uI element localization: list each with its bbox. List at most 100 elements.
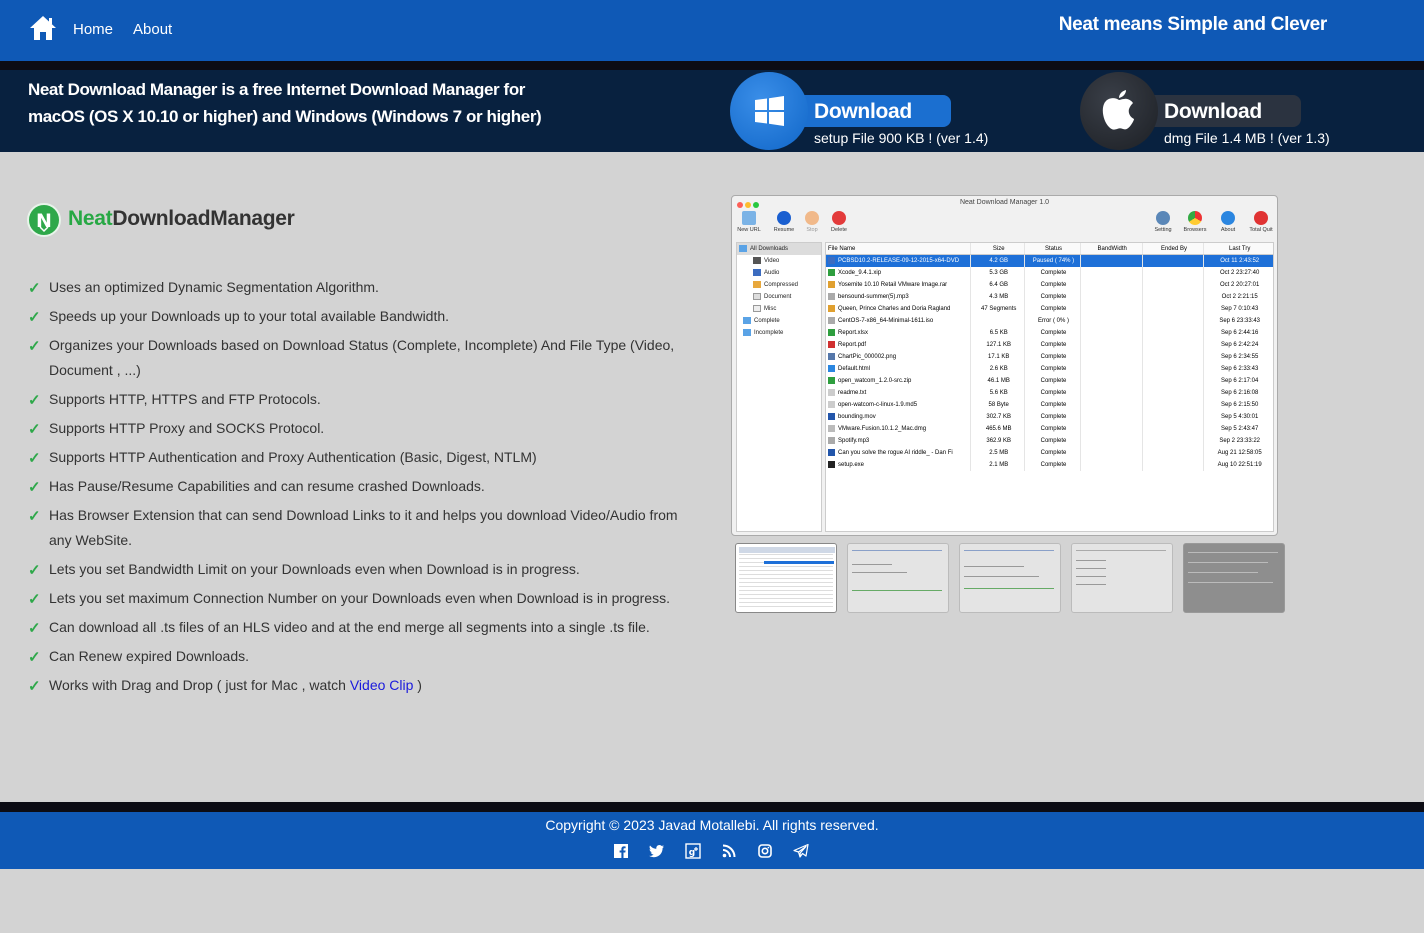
table-cell [1143, 303, 1205, 315]
table-cell: 127.1 KB [971, 339, 1026, 351]
table-cell: Complete [1025, 423, 1081, 435]
telegram-icon[interactable] [793, 843, 809, 859]
table-cell [1143, 315, 1205, 327]
apple-logo-circle[interactable] [1080, 72, 1158, 150]
check-icon: ✓ [28, 392, 41, 409]
thumbnail-2[interactable] [847, 543, 949, 613]
file-name-text: open-watcom-c-linux-1.9.md5 [838, 402, 918, 408]
feature-item: ✓ Lets you set Bandwidth Limit on your Do… [28, 557, 688, 582]
table-cell [1081, 327, 1143, 339]
twitter-icon[interactable] [649, 843, 665, 859]
windows-download-label[interactable]: Download [814, 100, 912, 124]
video-clip-link[interactable]: Video Clip [350, 677, 414, 693]
total-quit-tool: Total Quit [1246, 211, 1276, 233]
table-row: CentOS-7-x86_64-Minimal-1611.iso Error ( … [826, 315, 1273, 327]
header-divider [0, 61, 1424, 70]
table-cell [1143, 447, 1205, 459]
table-cell: setup.exe [826, 459, 972, 471]
table-cell [1081, 459, 1143, 471]
instagram-icon[interactable] [757, 843, 773, 859]
feature-item: ✓ Supports HTTP Authentication and Proxy … [28, 445, 688, 470]
archive-icon [753, 280, 761, 288]
feature-item: ✓ Has Pause/Resume Capabilities and can r… [28, 474, 688, 499]
hero-line-1: Neat Download Manager is a free Internet… [28, 80, 526, 99]
hero-description: Neat Download Manager is a free Internet… [28, 76, 542, 130]
table-cell: 2.1 MB [971, 459, 1026, 471]
site-tagline: Neat means Simple and Clever [1058, 14, 1328, 35]
minimize-dot-icon [745, 202, 751, 208]
check-icon: ✓ [28, 649, 41, 666]
file-type-icon [828, 328, 835, 336]
windows-logo-circle[interactable] [730, 72, 808, 150]
table-cell: Report.pdf [826, 339, 972, 351]
table-cell: Can you solve the rogue AI riddle_ - Dan… [826, 447, 972, 459]
table-cell: 47 Segments [971, 303, 1026, 315]
feature-item: ✓ Organizes your Downloads based on Downl… [28, 333, 688, 383]
table-cell [1081, 303, 1143, 315]
table-cell: readme.txt [826, 387, 972, 399]
sidebar-item-complete: Complete [737, 315, 821, 327]
table-cell: Complete [1025, 447, 1081, 459]
table-cell [1081, 351, 1143, 363]
check-icon: ✓ [28, 421, 41, 438]
home-icon[interactable] [28, 14, 58, 42]
file-name-text: Default.html [838, 366, 871, 372]
table-row: bensound-summer(5).mp3 4.3 MB Complete Oct … [826, 291, 1273, 303]
table-cell: Complete [1025, 459, 1081, 471]
nav-about-link[interactable]: About [133, 21, 172, 38]
table-cell: Complete [1025, 267, 1081, 279]
file-name-text: Yosemite 10.10 Retail VMware Image.rar [838, 282, 948, 288]
table-cell [1081, 291, 1143, 303]
sidebar-item-document: Document [737, 291, 821, 303]
power-icon [1254, 211, 1268, 225]
screenshot-sidebar: All Downloads Video Audio Compressed Doc… [736, 242, 822, 532]
table-cell [1081, 363, 1143, 375]
facebook-icon[interactable] [613, 843, 629, 859]
google-plus-icon[interactable]: g [685, 843, 701, 859]
table-cell: Sep 2 23:33:22 [1219, 438, 1261, 444]
table-cell [1081, 399, 1143, 411]
thumbnail-5[interactable] [1183, 543, 1285, 613]
table-cell: Complete [1025, 435, 1081, 447]
setting-tool: Setting [1148, 211, 1178, 233]
table-row: Queen, Prince Charles and Doria Ragland 4… [826, 303, 1273, 315]
sidebar-item-misc: Misc [737, 303, 821, 315]
table-cell: 46.1 MB [971, 375, 1026, 387]
thumbnail-1[interactable] [735, 543, 837, 613]
table-cell: Sep 6 2:42:24 [1220, 342, 1259, 348]
table-cell [1143, 411, 1205, 423]
table-cell: Error ( 0% ) [1025, 315, 1081, 327]
thumbnail-4[interactable] [1071, 543, 1173, 613]
table-cell: Sep 6 23:33:43 [1219, 318, 1261, 324]
table-cell [1143, 387, 1205, 399]
table-cell: 465.6 MB [971, 423, 1026, 435]
table-cell: 6.4 GB [971, 279, 1026, 291]
thumbnail-3[interactable] [959, 543, 1061, 613]
file-name-text: Report.xlsx [838, 330, 869, 336]
check-icon: ✓ [28, 479, 41, 496]
app-screenshot[interactable]: Neat Download Manager 1.0 New URL Resume… [731, 195, 1278, 536]
check-icon: ✓ [28, 678, 41, 695]
table-cell: ChartPic_000002.png [826, 351, 972, 363]
file-type-icon [828, 424, 835, 432]
table-cell [1081, 315, 1143, 327]
rss-icon[interactable] [721, 843, 737, 859]
table-cell: 5.6 KB [971, 387, 1026, 399]
feature-item: ✓ Supports HTTP Proxy and SOCKS Protocol. [28, 416, 688, 441]
music-icon [753, 268, 761, 276]
product-name-rest: DownloadManager [112, 207, 295, 230]
table-cell: PCBSD10.2-RELEASE-09-12-2015-x64-DVD [826, 255, 972, 267]
feature-list: ✓ Uses an optimized Dynamic Segmentation … [28, 275, 688, 702]
mac-download-label[interactable]: Download [1164, 100, 1262, 124]
table-cell: Sep 6 2:33:43 [1220, 366, 1259, 372]
table-cell: 58 Byte [971, 399, 1026, 411]
file-type-icon [828, 400, 835, 408]
table-cell: Queen, Prince Charles and Doria Ragland [826, 303, 972, 315]
nav-home-link[interactable]: Home [73, 21, 113, 38]
feature-item: ✓ Has Browser Extension that can send Dow… [28, 503, 688, 553]
table-cell: Oct 2 23:27:40 [1219, 270, 1260, 276]
delete-tool: Delete [824, 211, 854, 233]
table-cell: 17.1 KB [971, 351, 1026, 363]
file-type-icon [828, 364, 835, 372]
resume-icon [777, 211, 791, 225]
